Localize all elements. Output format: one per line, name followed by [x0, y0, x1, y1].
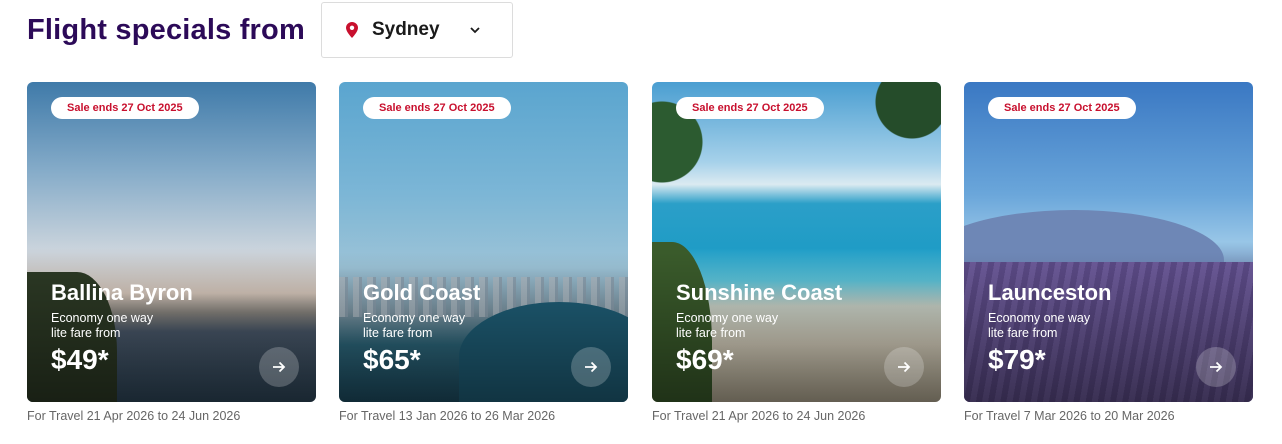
arrow-right-icon	[898, 361, 911, 373]
fare-price: $79*	[988, 344, 1046, 375]
travel-dates: For Travel 21 Apr 2026 to 24 Jun 2026	[652, 409, 866, 423]
deal-card-sunshine-coast[interactable]: Sale ends 27 Oct 2025 Sunshine Coast Eco…	[652, 82, 941, 402]
arrow-right-icon	[1210, 361, 1223, 373]
fare-type-line2: lite fare from	[676, 326, 746, 340]
fare-type-line2: lite fare from	[51, 326, 121, 340]
fare-type-line2: lite fare from	[363, 326, 433, 340]
destination-name: Ballina Byron	[51, 280, 193, 305]
deal-card-gold-coast[interactable]: Sale ends 27 Oct 2025 Gold Coast Economy…	[339, 82, 628, 402]
fare-type-line1: Economy one way	[51, 311, 154, 325]
sale-badge: Sale ends 27 Oct 2025	[988, 97, 1136, 119]
page-title: Flight specials from	[27, 13, 305, 46]
travel-dates: For Travel 21 Apr 2026 to 24 Jun 2026	[27, 409, 241, 423]
deal-card-ballina-byron[interactable]: Sale ends 27 Oct 2025 Ballina Byron Econ…	[27, 82, 316, 402]
deal-card-launceston[interactable]: Sale ends 27 Oct 2025 Launceston Economy…	[964, 82, 1253, 402]
destination-name: Launceston	[988, 280, 1112, 305]
sale-badge: Sale ends 27 Oct 2025	[676, 97, 824, 119]
departure-city-dropdown[interactable]: Sydney	[320, 2, 513, 58]
sale-badge: Sale ends 27 Oct 2025	[363, 97, 511, 119]
page-header: Flight specials from Sydney	[27, 2, 513, 58]
view-deal-button[interactable]	[571, 347, 611, 387]
fare-type-line1: Economy one way	[363, 311, 466, 325]
view-deal-button[interactable]	[884, 347, 924, 387]
location-pin-icon	[345, 22, 358, 38]
destination-name: Gold Coast	[363, 280, 481, 305]
arrow-right-icon	[273, 361, 286, 373]
view-deal-button[interactable]	[259, 347, 299, 387]
fare-price: $65*	[363, 344, 421, 375]
destination-name: Sunshine Coast	[676, 280, 843, 305]
travel-dates: For Travel 7 Mar 2026 to 20 Mar 2026	[964, 409, 1175, 423]
chevron-down-icon	[469, 26, 480, 33]
arrow-right-icon	[585, 361, 598, 373]
fare-price: $69*	[676, 344, 734, 375]
travel-dates: For Travel 13 Jan 2026 to 26 Mar 2026	[339, 409, 556, 423]
sale-badge: Sale ends 27 Oct 2025	[51, 97, 199, 119]
fare-type-line2: lite fare from	[988, 326, 1058, 340]
view-deal-button[interactable]	[1196, 347, 1236, 387]
fare-type-line1: Economy one way	[676, 311, 779, 325]
fare-type-line1: Economy one way	[988, 311, 1091, 325]
selected-city: Sydney	[371, 19, 440, 40]
fare-price: $49*	[51, 344, 109, 375]
